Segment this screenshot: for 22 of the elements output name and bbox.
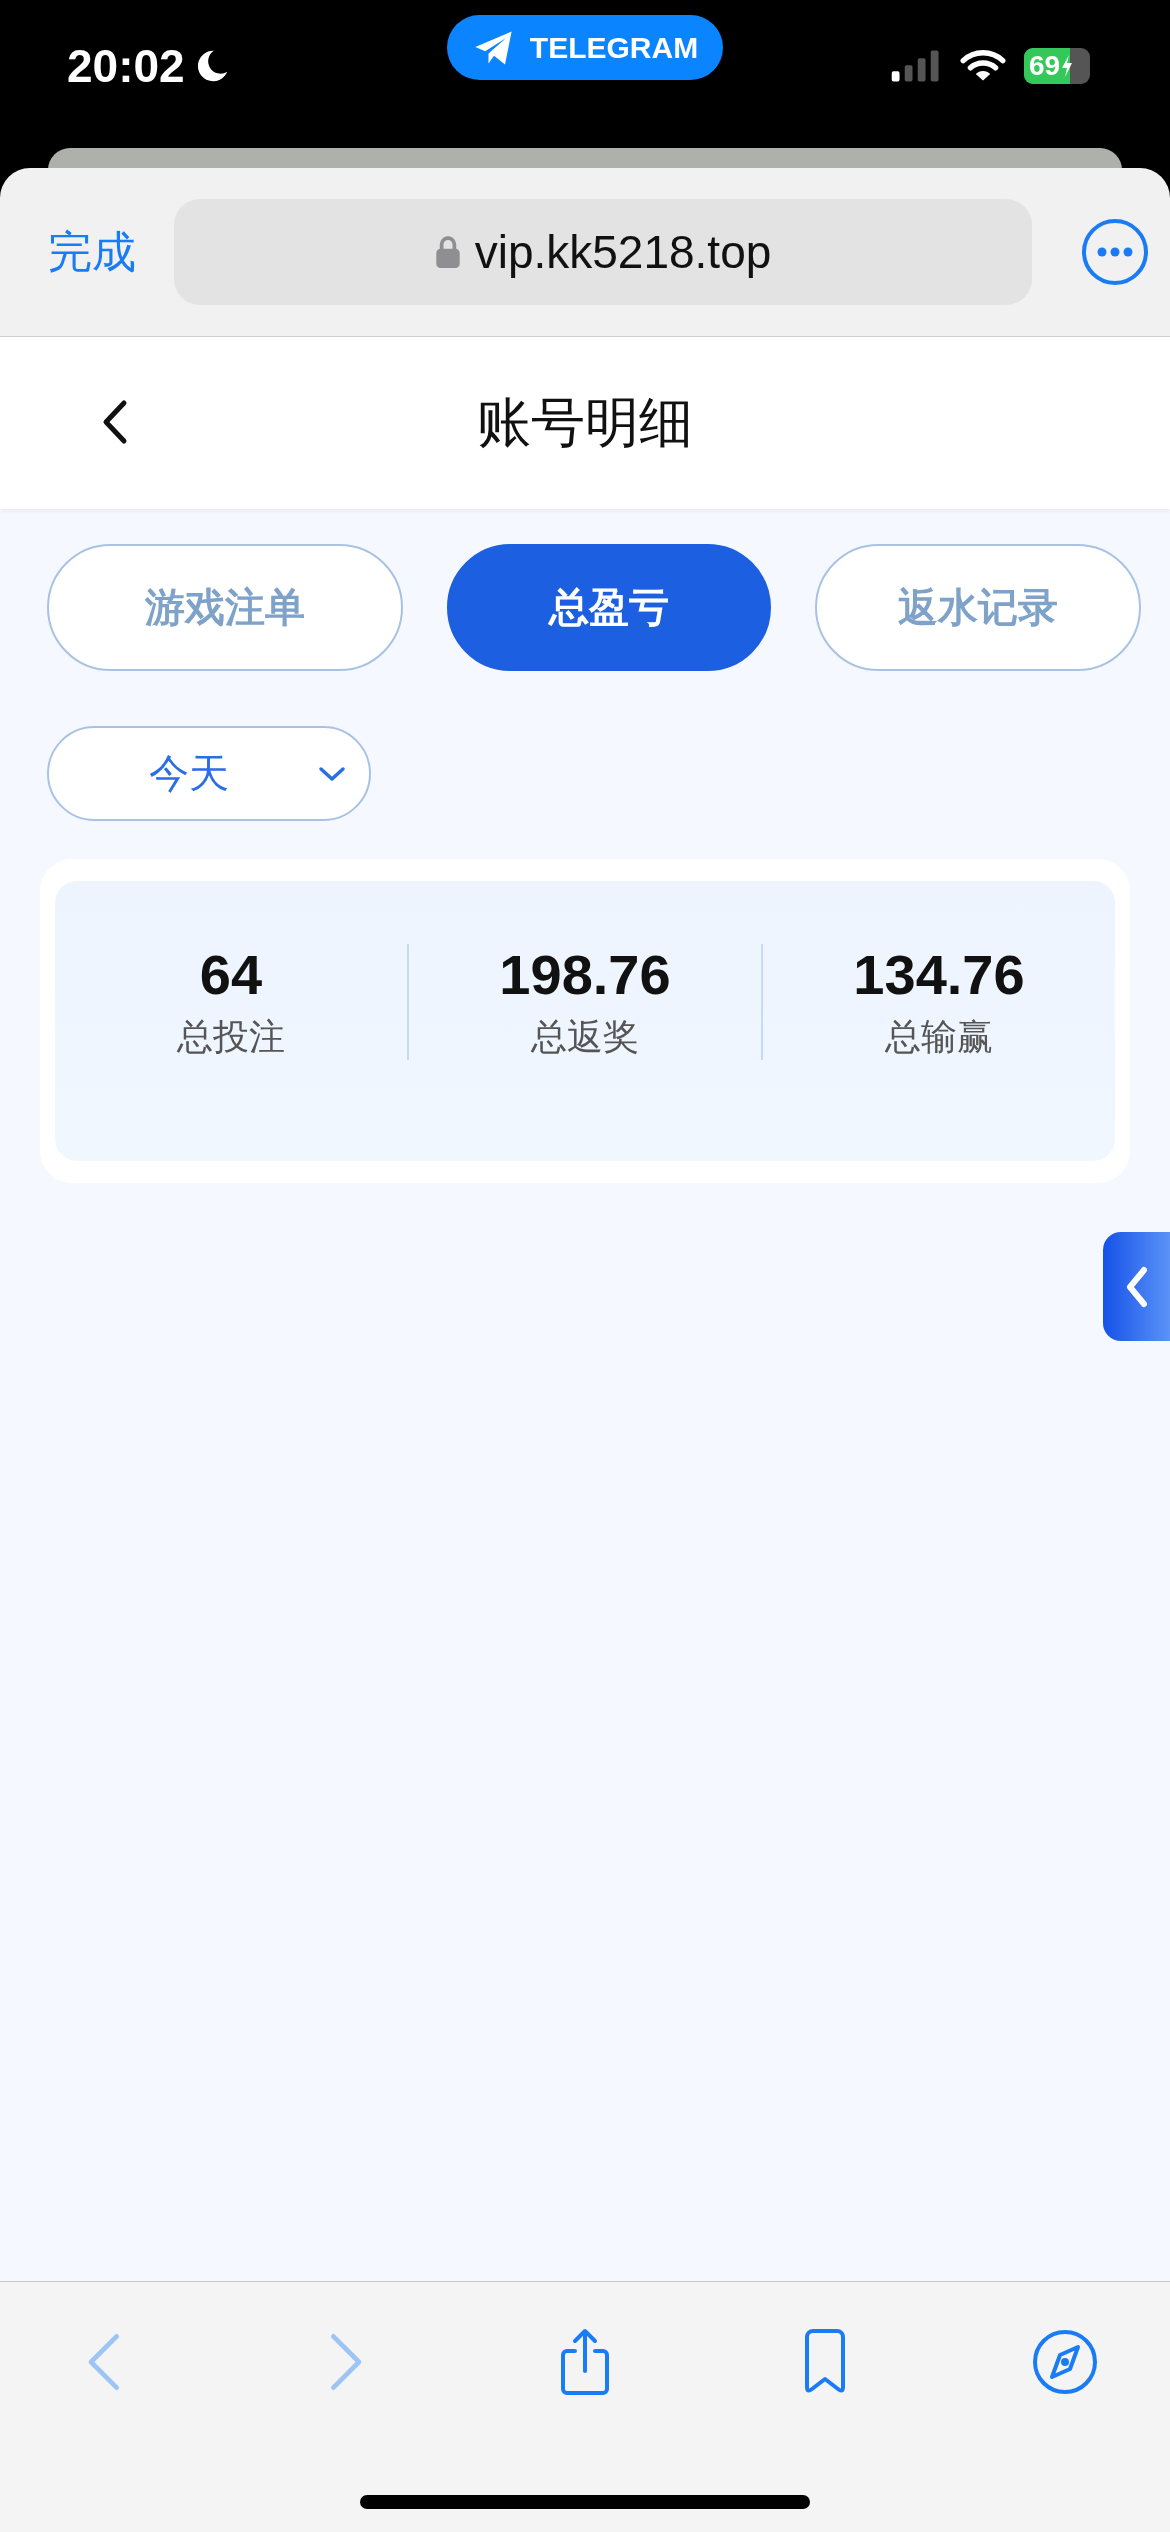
page-title: 账号明细: [477, 390, 693, 454]
stat-label: 总返奖: [531, 1015, 639, 1059]
stat-value: 134.76: [853, 942, 1025, 1007]
compass-icon[interactable]: [1030, 2327, 1100, 2397]
battery-percent: 69: [1028, 50, 1061, 82]
tab[interactable]: 游戏注单: [47, 544, 403, 671]
url-text: vip.kk5218.top: [474, 225, 772, 279]
side-tab[interactable]: [1103, 1232, 1170, 1341]
stat-label: 总投注: [177, 1015, 285, 1059]
stat-value: 64: [199, 942, 263, 1007]
tab[interactable]: 返水记录: [815, 544, 1141, 671]
tab[interactable]: 总盈亏: [447, 544, 771, 671]
stat-value: 198.76: [499, 942, 671, 1007]
period-dropdown[interactable]: 今天: [47, 726, 371, 821]
more-icon[interactable]: [1080, 217, 1150, 287]
address-field[interactable]: vip.kk5218.top: [174, 199, 1032, 305]
signal-icon: [890, 48, 942, 84]
app-pill[interactable]: TELEGRAM: [447, 15, 723, 80]
stat-label: 总输赢: [885, 1015, 993, 1059]
lock-icon: [434, 235, 461, 269]
done-button[interactable]: 完成: [48, 222, 136, 282]
clock-time: 20:02: [67, 39, 185, 93]
